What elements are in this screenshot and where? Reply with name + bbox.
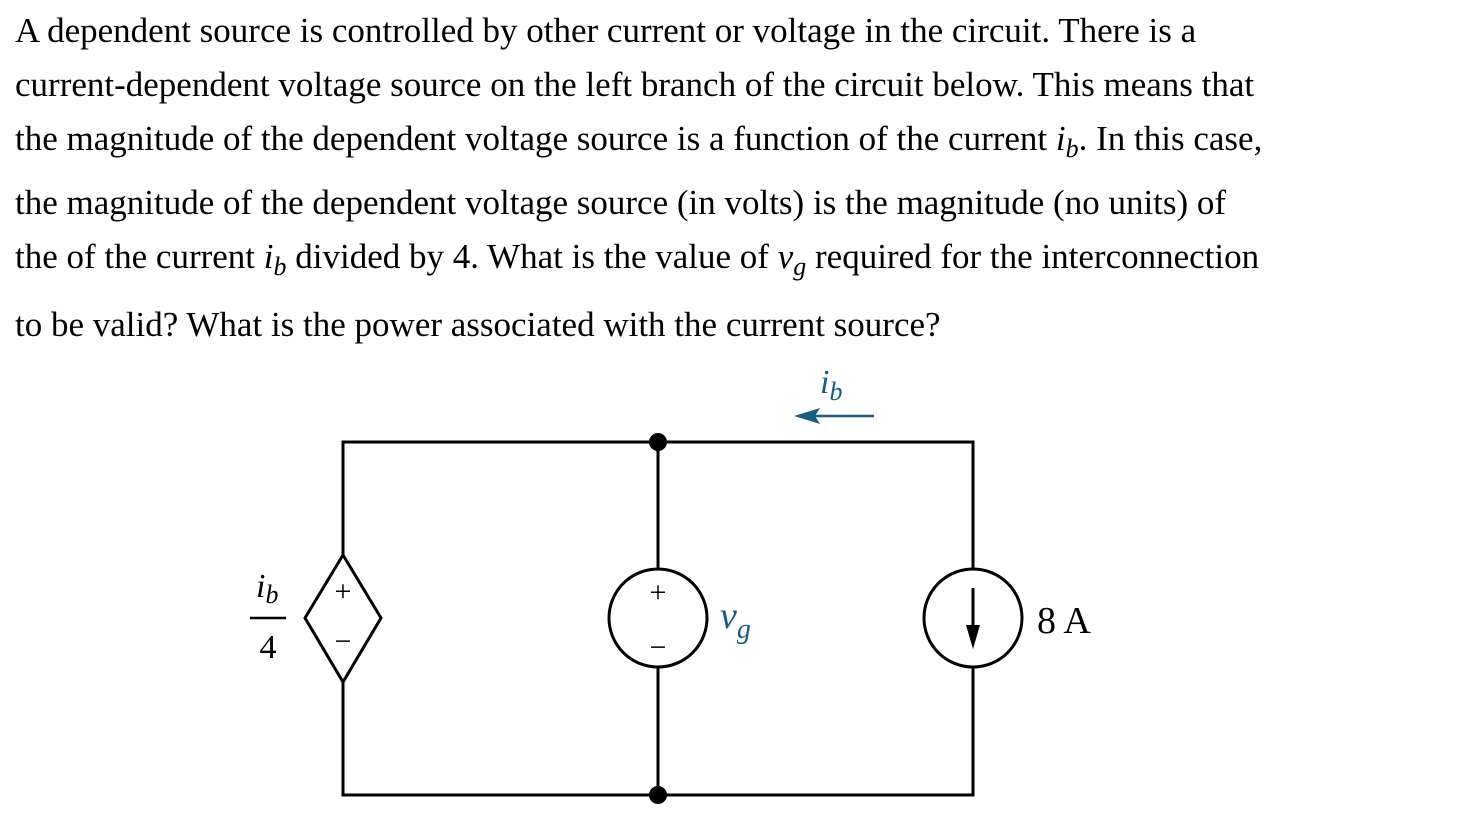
dependent-source-label-denominator: 4	[260, 629, 277, 666]
voltage-source-label: vg	[720, 595, 751, 645]
current-annotation-label: ib	[820, 364, 842, 406]
voltage-source-minus: −	[650, 631, 667, 664]
dependent-source-label-numerator: ib	[256, 568, 278, 609]
voltage-source-plus: +	[650, 576, 667, 609]
current-source-arrowhead	[966, 625, 980, 649]
dependent-source-plus: +	[335, 575, 352, 608]
node-top	[649, 433, 667, 451]
current-source-label: 8 A	[1037, 600, 1091, 642]
circuit-diagram: + − ib 4 + − vg 8 A ib	[250, 364, 1091, 804]
node-bottom	[649, 786, 667, 804]
dependent-source-minus: −	[335, 625, 352, 658]
